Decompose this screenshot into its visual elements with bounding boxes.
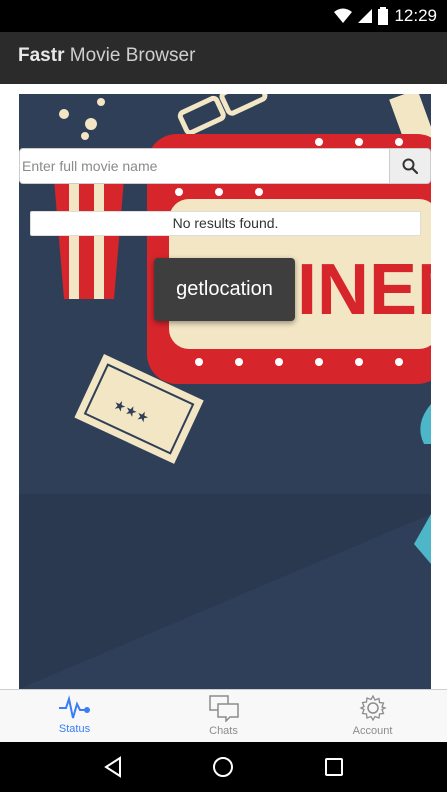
back-triangle-icon	[104, 756, 122, 778]
tab-account[interactable]: Account	[298, 690, 447, 742]
status-bar: 12:29	[0, 0, 447, 32]
tab-status-label: Status	[58, 723, 91, 735]
bottom-tab-bar: Status Chats Account	[0, 689, 447, 742]
no-results-message: No results found.	[30, 211, 421, 236]
tab-status[interactable]: Status	[0, 690, 149, 742]
app-brand: Fastr	[18, 45, 65, 66]
android-nav-bar	[0, 742, 447, 792]
search-icon	[402, 158, 418, 174]
toast-message: getlocation	[154, 258, 295, 321]
battery-icon	[378, 7, 389, 25]
search-bar	[19, 148, 431, 184]
status-icons: 12:29	[334, 6, 437, 26]
search-button[interactable]	[390, 148, 431, 184]
home-circle-icon	[213, 757, 234, 777]
chat-bubbles-icon	[208, 695, 239, 722]
recents-button[interactable]	[314, 747, 354, 787]
movie-search-input[interactable]	[19, 148, 390, 184]
tab-chats[interactable]: Chats	[149, 690, 298, 742]
back-button[interactable]	[93, 747, 133, 787]
tab-account-label: Account	[352, 725, 393, 737]
app-header: Fastr Movie Browser	[0, 32, 447, 84]
pulse-icon	[58, 695, 90, 719]
wifi-icon	[334, 8, 353, 23]
gear-icon	[359, 694, 387, 722]
app-title-rest: Movie Browser	[64, 45, 196, 66]
status-time: 12:29	[394, 6, 437, 25]
app-title: Fastr Movie Browser	[18, 45, 195, 67]
tab-chats-label: Chats	[209, 725, 238, 737]
recents-square-icon	[324, 758, 343, 776]
home-button[interactable]	[203, 747, 243, 787]
signal-icon	[358, 9, 373, 23]
